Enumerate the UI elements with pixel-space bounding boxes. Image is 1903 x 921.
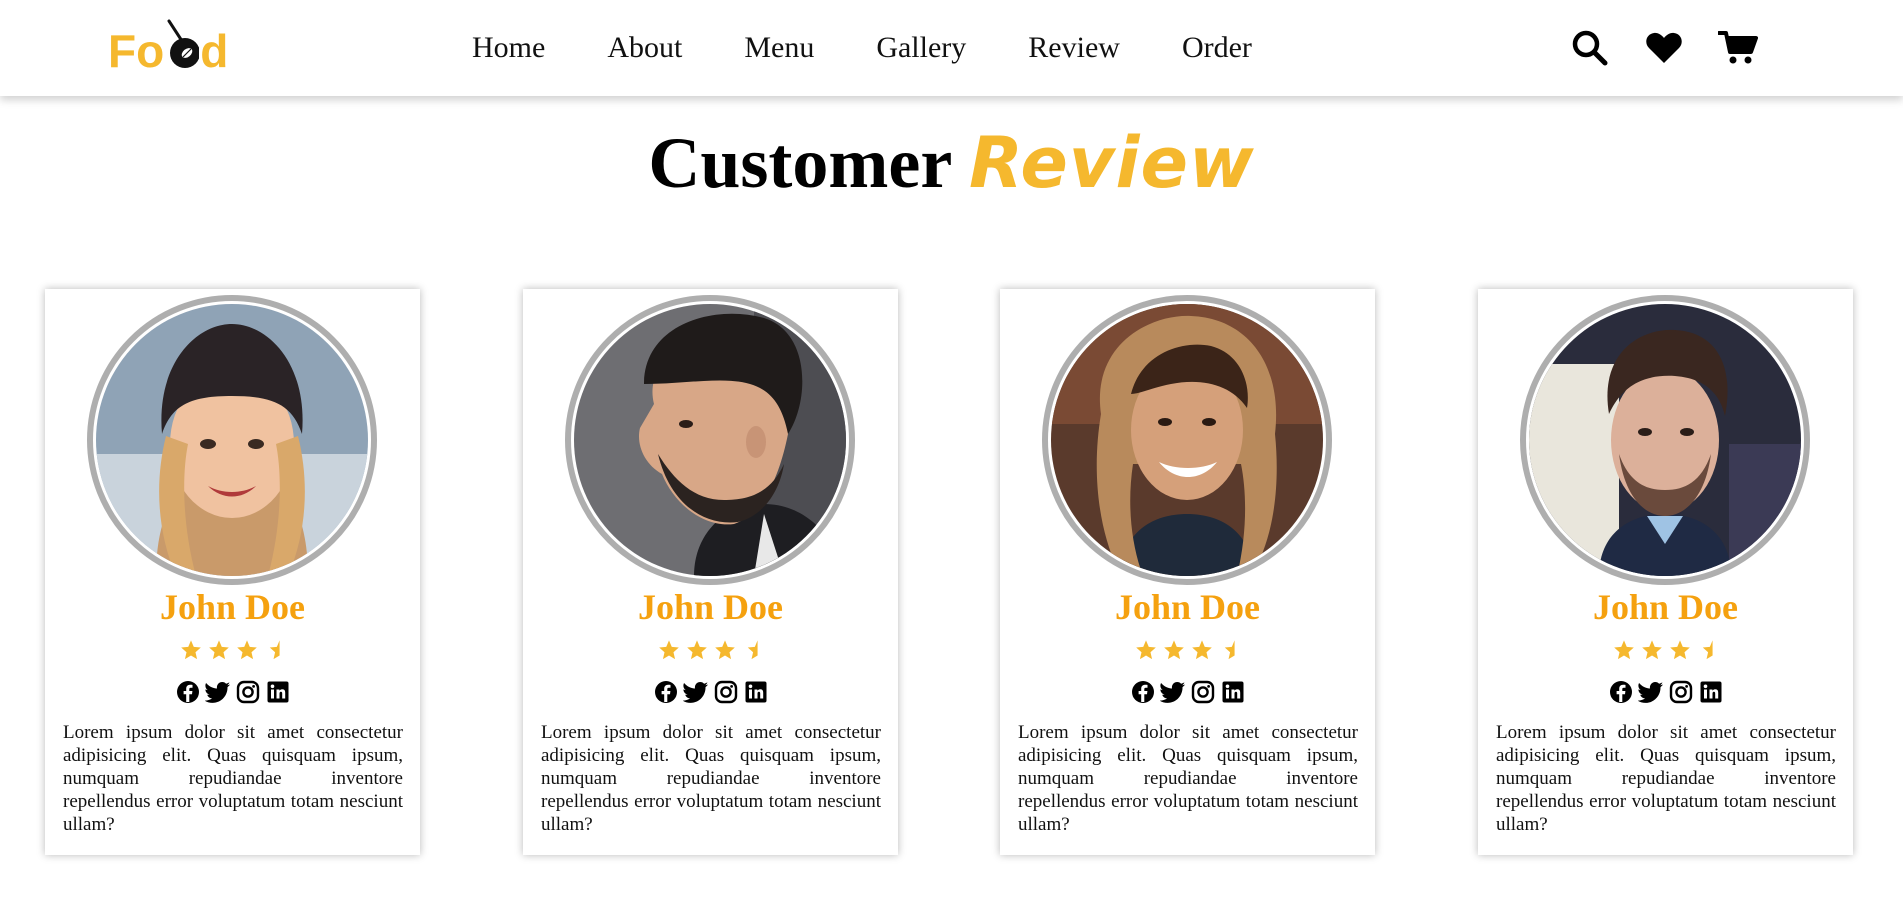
star-rating bbox=[523, 639, 898, 661]
nav-link-menu[interactable]: Menu bbox=[744, 28, 814, 68]
star-icon bbox=[686, 640, 707, 660]
avatar-photo bbox=[1529, 304, 1801, 576]
review-card: John Doe Lorem ipsum dolor sit amet cons… bbox=[1478, 289, 1853, 855]
linkedin-icon[interactable] bbox=[265, 679, 291, 705]
review-text: Lorem ipsum dolor sit amet consectetur a… bbox=[1018, 722, 1358, 835]
linkedin-icon[interactable] bbox=[743, 679, 769, 705]
star-icon bbox=[1613, 640, 1634, 660]
star-icon bbox=[1669, 640, 1690, 660]
linkedin-icon[interactable] bbox=[1220, 679, 1246, 705]
star-rating bbox=[45, 639, 420, 661]
avatar bbox=[87, 295, 377, 585]
review-text: Lorem ipsum dolor sit amet consectetur a… bbox=[1496, 722, 1836, 835]
nav-actions bbox=[1570, 26, 1758, 70]
nav-link-review[interactable]: Review bbox=[1028, 28, 1120, 68]
nav-link-about[interactable]: About bbox=[607, 28, 682, 68]
nav-link-gallery[interactable]: Gallery bbox=[876, 28, 966, 68]
star-icon bbox=[180, 640, 201, 660]
social-links bbox=[1000, 679, 1375, 705]
cart-icon[interactable] bbox=[1718, 28, 1758, 68]
linkedin-icon[interactable] bbox=[1698, 679, 1724, 705]
star-icon bbox=[658, 640, 679, 660]
star-half-icon bbox=[269, 640, 280, 660]
heart-icon[interactable] bbox=[1644, 28, 1684, 68]
star-rating bbox=[1478, 639, 1853, 661]
star-icon bbox=[1163, 640, 1184, 660]
review-card: John Doe Lorem ipsum dolor sit amet cons… bbox=[1000, 289, 1375, 855]
instagram-icon[interactable] bbox=[1190, 679, 1216, 705]
review-card: John Doe Lorem ipsum dolor sit amet cons… bbox=[523, 289, 898, 855]
review-card: John Doe Lorem ipsum dolor sit amet cons… bbox=[45, 289, 420, 855]
star-icon bbox=[1191, 640, 1212, 660]
review-text: Lorem ipsum dolor sit amet consectetur a… bbox=[541, 722, 881, 835]
search-icon[interactable] bbox=[1570, 28, 1610, 68]
avatar bbox=[565, 295, 855, 585]
logo[interactable]: Fo d bbox=[108, 18, 228, 74]
twitter-icon[interactable] bbox=[204, 679, 231, 705]
star-half-icon bbox=[1224, 640, 1235, 660]
star-half-icon bbox=[747, 640, 758, 660]
section-title-accent: Review bbox=[968, 122, 1255, 204]
instagram-icon[interactable] bbox=[1668, 679, 1694, 705]
avatar bbox=[1520, 295, 1810, 585]
nav-link-order[interactable]: Order bbox=[1182, 28, 1252, 68]
reviewer-name: John Doe bbox=[159, 587, 306, 627]
review-text: Lorem ipsum dolor sit amet consectetur a… bbox=[63, 722, 403, 835]
twitter-icon[interactable] bbox=[682, 679, 709, 705]
review-cards: John Doe Lorem ipsum dolor sit amet cons… bbox=[45, 289, 1855, 855]
star-icon bbox=[236, 640, 257, 660]
social-links bbox=[1478, 679, 1853, 705]
section-title-main: Customer bbox=[648, 123, 951, 203]
reviewer-name: John Doe bbox=[1592, 587, 1739, 627]
star-icon bbox=[208, 640, 229, 660]
social-links bbox=[45, 679, 420, 705]
star-half-icon bbox=[1702, 640, 1713, 660]
star-rating bbox=[1000, 639, 1375, 661]
avatar-photo bbox=[96, 304, 368, 576]
facebook-icon[interactable] bbox=[653, 679, 679, 705]
social-links bbox=[523, 679, 898, 705]
nav-link-home[interactable]: Home bbox=[472, 28, 545, 68]
star-icon bbox=[1641, 640, 1662, 660]
avatar-photo bbox=[1051, 304, 1323, 576]
logo-text-left: Fo bbox=[108, 25, 165, 77]
twitter-icon[interactable] bbox=[1637, 679, 1664, 705]
facebook-icon[interactable] bbox=[175, 679, 201, 705]
logo-text-right: d bbox=[200, 25, 229, 77]
star-icon bbox=[714, 640, 735, 660]
reviewer-name: John Doe bbox=[637, 587, 784, 627]
avatar-photo bbox=[574, 304, 846, 576]
twitter-icon[interactable] bbox=[1159, 679, 1186, 705]
facebook-icon[interactable] bbox=[1608, 679, 1634, 705]
instagram-icon[interactable] bbox=[235, 679, 261, 705]
nav-menu: Home About Menu Gallery Review Order bbox=[472, 28, 1314, 68]
reviewer-name: John Doe bbox=[1114, 587, 1261, 627]
instagram-icon[interactable] bbox=[713, 679, 739, 705]
frying-pan-icon bbox=[165, 19, 200, 71]
navbar: Fo d Home About Menu Gallery Review Orde… bbox=[0, 0, 1903, 96]
avatar bbox=[1042, 295, 1332, 585]
section-title: Customer Review bbox=[0, 118, 1903, 208]
facebook-icon[interactable] bbox=[1130, 679, 1156, 705]
star-icon bbox=[1135, 640, 1156, 660]
